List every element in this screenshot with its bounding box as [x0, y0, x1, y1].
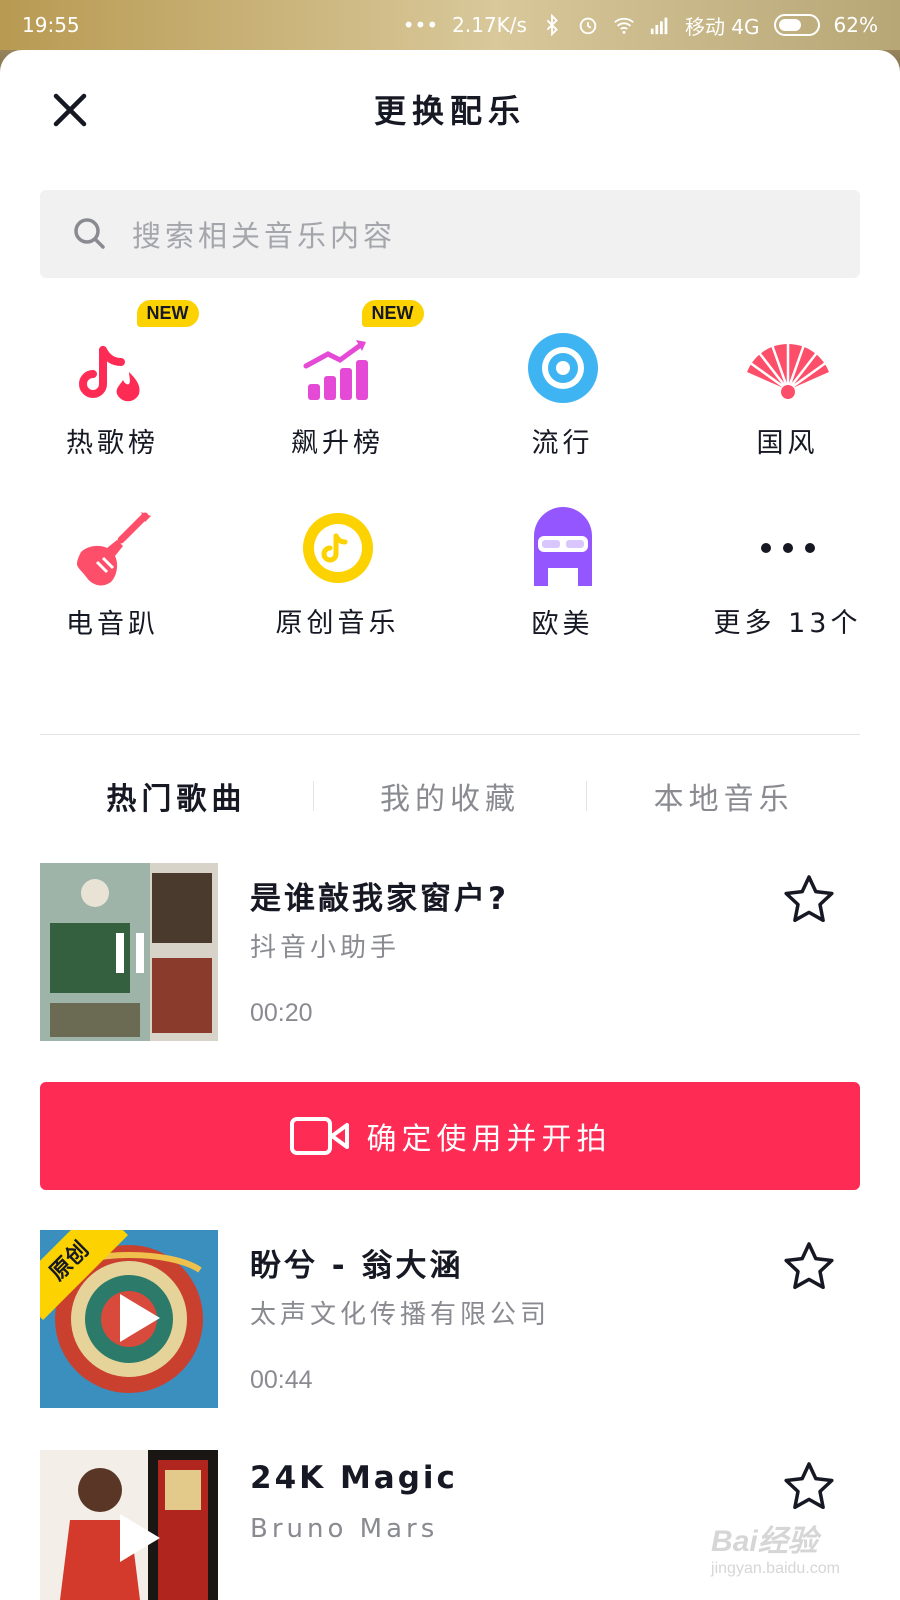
- search-placeholder: 搜索相关音乐内容: [132, 219, 397, 253]
- folding-fan-icon: [746, 339, 829, 399]
- song-title: 盼兮 - 翁大涵: [250, 1248, 464, 1284]
- tab-hot-songs[interactable]: 热门歌曲: [40, 774, 313, 818]
- category-more[interactable]: 更多 13个: [675, 498, 900, 640]
- category-western[interactable]: 欧美: [450, 498, 675, 640]
- tab-local-music[interactable]: 本地音乐: [587, 774, 860, 818]
- song-artist: 太声文化传播有限公司: [250, 1300, 551, 1330]
- song-row[interactable]: 原创 盼兮 - 翁大涵 太声文化传播有限公司 00:44: [40, 1230, 860, 1410]
- song-tabs: 热门歌曲 我的收藏 本地音乐: [40, 766, 860, 826]
- category-label: 流行: [531, 428, 594, 459]
- song-duration: 00:44: [250, 1366, 313, 1394]
- song-row[interactable]: 是谁敲我家窗户? 抖音小助手 00:20: [40, 863, 860, 1043]
- play-icon[interactable]: [100, 1502, 172, 1574]
- category-label: 飙升榜: [291, 428, 384, 459]
- status-time: 19:55: [22, 13, 80, 37]
- original-music-icon: [302, 512, 373, 583]
- watermark-text: Bai经验: [711, 1525, 818, 1558]
- status-dots: •••: [402, 13, 439, 37]
- music-picker-sheet: 更换配乐 搜索相关音乐内容 NEW 热歌榜 NEW 飙升榜 流行 国风 电音趴 …: [0, 50, 900, 1600]
- song-title: 24K Magic: [250, 1460, 458, 1496]
- sheet-header: 更换配乐: [0, 50, 900, 172]
- category-label: 热歌榜: [66, 428, 159, 459]
- play-icon[interactable]: [100, 1282, 172, 1354]
- electric-guitar-icon: [76, 512, 151, 586]
- category-original-music[interactable]: 原创音乐: [225, 498, 450, 640]
- status-right-group: ••• 2.17K/s 移动 4G 62%: [403, 11, 878, 40]
- more-dots-icon: [760, 542, 815, 553]
- battery-icon: [773, 14, 820, 36]
- new-badge: NEW: [361, 300, 424, 327]
- sunglasses-face-icon: [533, 507, 592, 586]
- favorite-star-icon[interactable]: [782, 1460, 836, 1514]
- category-label: 国风: [756, 428, 819, 459]
- category-chinese-style[interactable]: 国风: [675, 318, 900, 460]
- category-rising[interactable]: NEW 飙升榜: [225, 300, 450, 460]
- video-camera-icon: [289, 1117, 349, 1155]
- section-divider: [40, 734, 860, 735]
- category-label: 更多 13个: [713, 608, 862, 639]
- signal-icon: [650, 17, 668, 35]
- category-label: 电音趴: [66, 609, 159, 640]
- baidu-jingyan-watermark: Bai经验 jingyan.baidu.com: [711, 1516, 840, 1578]
- category-pop[interactable]: 流行: [450, 318, 675, 460]
- song-duration: 00:20: [250, 999, 313, 1027]
- search-input[interactable]: 搜索相关音乐内容: [40, 190, 860, 278]
- confirm-button-label: 确定使用并开拍: [366, 1122, 612, 1157]
- category-grid: NEW 热歌榜 NEW 飙升榜 流行 国风 电音趴 原创音乐 欧美 更多 13个: [0, 300, 900, 640]
- wifi-icon: [614, 17, 634, 34]
- new-badge: NEW: [136, 300, 199, 327]
- battery-percent: 62%: [833, 13, 878, 37]
- song-cover[interactable]: [40, 1450, 218, 1600]
- bluetooth-icon: [546, 14, 558, 36]
- carrier-label: 移动 4G: [684, 14, 760, 39]
- category-label: 欧美: [531, 609, 594, 640]
- tiktok-fire-icon: [78, 345, 140, 401]
- alarm-icon: [579, 17, 597, 35]
- category-label: 原创音乐: [275, 608, 400, 639]
- page-title: 更换配乐: [373, 92, 526, 130]
- category-hot-songs[interactable]: NEW 热歌榜: [0, 300, 225, 460]
- album-cover-image: [40, 863, 218, 1041]
- category-electronic[interactable]: 电音趴: [0, 498, 225, 640]
- status-bar: 19:55 ••• 2.17K/s 移动 4G 62%: [0, 0, 900, 50]
- search-icon: [74, 218, 105, 249]
- song-artist: 抖音小助手: [250, 933, 401, 963]
- watermark-url: jingyan.baidu.com: [711, 1560, 840, 1577]
- rising-chart-icon: [303, 339, 368, 400]
- tab-favorites[interactable]: 我的收藏: [314, 774, 587, 818]
- confirm-use-and-shoot-button[interactable]: 确定使用并开拍: [40, 1082, 860, 1190]
- song-cover[interactable]: 原创: [40, 1230, 218, 1408]
- network-speed: 2.17K/s: [452, 13, 527, 37]
- song-title: 是谁敲我家窗户?: [250, 881, 509, 917]
- song-cover[interactable]: [40, 863, 218, 1041]
- vinyl-disc-icon: [527, 332, 598, 403]
- favorite-star-icon[interactable]: [782, 1240, 836, 1294]
- song-artist: Bruno Mars: [250, 1514, 439, 1544]
- favorite-star-icon[interactable]: [782, 873, 836, 927]
